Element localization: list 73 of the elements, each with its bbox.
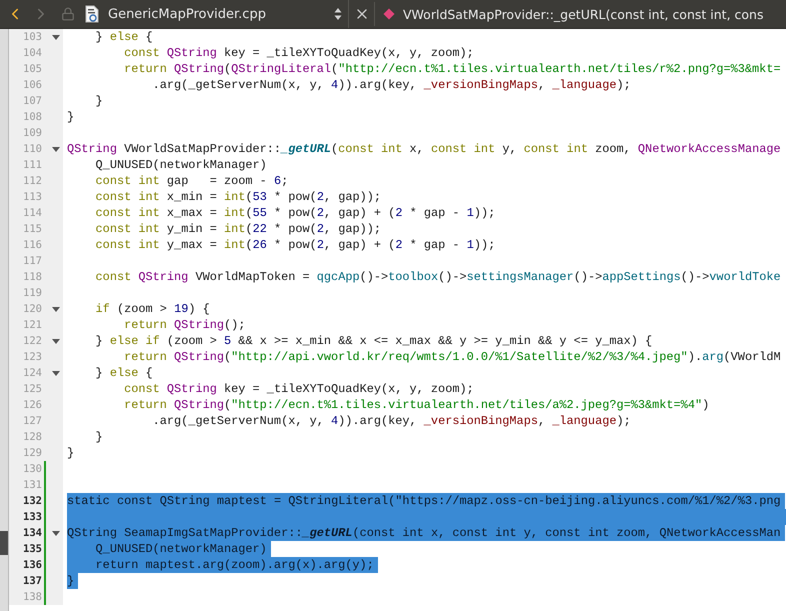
code-line: } else {: [94, 365, 153, 381]
line-number: 118: [22, 271, 42, 283]
line-number: 131: [22, 479, 42, 491]
fold-icon[interactable]: [52, 338, 60, 344]
code-line: const int x_min = int(53 * pow(2, gap));: [94, 189, 382, 205]
code-line: const int x_max = int(55 * pow(2, gap) + (2 * gap - 1));: [94, 205, 496, 221]
symbol-name[interactable]: VWorldSatMapProvider::_getURL(const int, const int, cons: [403, 6, 764, 22]
lock-icon: [61, 7, 75, 21]
line-number: 135: [22, 543, 42, 555]
line-number: 134: [22, 527, 42, 539]
up-down-icon[interactable]: [334, 7, 342, 21]
line-number: 133: [22, 511, 42, 523]
code-line: } else {: [94, 29, 153, 45]
code-line: }: [94, 429, 103, 445]
line-number: 109: [22, 127, 42, 139]
fold-icon[interactable]: [52, 530, 60, 536]
code-line: return QString(QStringLiteral("http://ecn.t%1.tiles.virtualearth.net/tiles/r%2.png?g=%3&mkt=: [123, 61, 781, 77]
line-number: 129: [22, 447, 42, 459]
line-number: 105: [22, 63, 42, 75]
line-number: 138: [22, 591, 42, 603]
code-line: return QString("http://api.vworld.kr/req/wmts/1.0.0/%1/Satellite/%2/%3/%4.jpeg").arg(VWorldM: [123, 349, 781, 365]
line-number: 128: [22, 431, 42, 443]
code-line: .arg(_getServerNum(x, y, 4)).arg(key, _versionBingMaps, _language);: [152, 77, 631, 93]
code-line: .arg(_getServerNum(x, y, 4)).arg(key, _versionBingMaps, _language);: [152, 413, 631, 429]
line-number: 136: [22, 559, 42, 571]
line-number: 127: [22, 415, 42, 427]
code-line: } else if (zoom > 5 && x >= x_min && x <= x_max && y >= y_min && y <= y_max) {: [94, 333, 652, 349]
line-number: 111: [22, 159, 42, 171]
fold-icon[interactable]: [52, 34, 60, 40]
line-number: 110: [22, 143, 42, 155]
line-number: 120: [22, 303, 42, 315]
code-line: return QString("http://ecn.t%1.tiles.virtualearth.net/tiles/a%2.jpeg?g=%3&mkt=%4"): [123, 397, 710, 413]
code-line: Q_UNUSED(networkManager): [94, 157, 267, 173]
file-icon: [84, 5, 100, 23]
code-line: QString VWorldSatMapProvider::_getURL(const int x, const int y, const int zoom, QNetworkAccessManage: [67, 141, 781, 157]
code-line: const QString VWorldMapToken = qgcApp()->toolbox()->settingsManager()->appSettings()->vworldToke: [94, 269, 781, 285]
line-number: 125: [22, 383, 42, 395]
line-number: 121: [22, 319, 42, 331]
code-line: }: [94, 93, 103, 109]
line-number: 107: [22, 95, 42, 107]
side-panel-handle[interactable]: [0, 531, 8, 555]
line-number: 124: [22, 367, 42, 379]
code-line: const int y_min = int(22 * pow(2, gap));: [94, 221, 382, 237]
fold-icon[interactable]: [52, 146, 60, 152]
line-number: 119: [22, 287, 42, 299]
line-number: 117: [22, 255, 42, 267]
diamond-icon: [383, 8, 395, 20]
line-number: 104: [22, 47, 42, 59]
line-number: 132: [22, 495, 42, 507]
line-number: 123: [22, 351, 42, 363]
line-number: 103: [22, 31, 42, 43]
code-line: }: [67, 109, 74, 125]
line-number: 115: [22, 223, 42, 235]
code-line: return QString();: [123, 317, 246, 333]
code-line: const QString key = _tileXYToQuadKey(x, y, zoom);: [123, 45, 474, 61]
line-number: 114: [22, 207, 42, 219]
line-number: 122: [22, 335, 42, 347]
line-number: 112: [22, 175, 42, 187]
line-number: 106: [22, 79, 42, 91]
fold-icon[interactable]: [52, 370, 60, 376]
code-line: }: [67, 445, 74, 461]
line-number: 130: [22, 463, 42, 475]
line-number: 113: [22, 191, 42, 203]
code-line: const QString key = _tileXYToQuadKey(x, y, zoom);: [123, 381, 474, 397]
code-line: const int y_max = int(26 * pow(2, gap) + (2 * gap - 1));: [94, 237, 496, 253]
fold-icon[interactable]: [52, 306, 60, 312]
line-number: 137: [22, 575, 42, 587]
line-number: 116: [22, 239, 42, 251]
code-line: if (zoom > 19) {: [94, 301, 210, 317]
line-number: 126: [22, 399, 42, 411]
line-number: 108: [22, 111, 42, 123]
file-name[interactable]: GenericMapProvider.cpp: [108, 6, 326, 22]
code-line: const int gap = zoom - 6;: [94, 173, 288, 189]
